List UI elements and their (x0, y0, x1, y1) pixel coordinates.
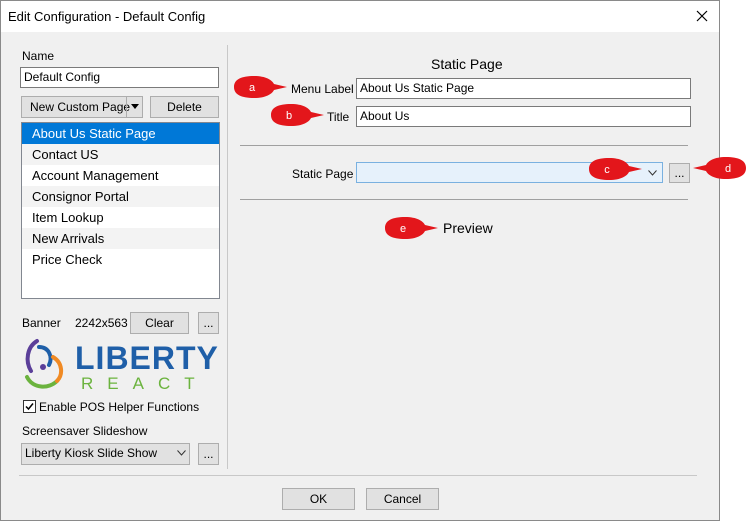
screensaver-select[interactable]: Liberty Kiosk Slide Show (21, 443, 190, 465)
callout-a-label: a (249, 82, 256, 94)
new-custom-page-button[interactable]: New Custom Page (21, 96, 143, 118)
delete-button[interactable]: Delete (150, 96, 219, 118)
static-page-label: Static Page (292, 167, 354, 181)
list-item[interactable]: Consignor Portal (22, 186, 219, 207)
callout-c-label: c (604, 164, 610, 176)
callout-b: b (271, 104, 324, 126)
title-bar: Edit Configuration - Default Config (1, 1, 719, 32)
footer-divider (19, 475, 697, 476)
preview-label: Preview (443, 220, 493, 236)
callout-b-label: b (286, 110, 292, 122)
list-item[interactable]: Item Lookup (22, 207, 219, 228)
callout-e-label: e (400, 223, 406, 235)
cancel-button[interactable]: Cancel (366, 488, 439, 510)
name-label: Name (22, 49, 55, 63)
list-item[interactable]: Contact US (22, 144, 219, 165)
ok-button[interactable]: OK (282, 488, 355, 510)
menu-label-label: Menu Label (291, 82, 354, 96)
callout-c: c (589, 158, 642, 180)
section-title: Static Page (431, 56, 503, 72)
window-title: Edit Configuration - Default Config (8, 9, 206, 24)
callout-e: e (385, 217, 438, 239)
list-item[interactable]: Account Management (22, 165, 219, 186)
static-page-browse-button[interactable]: ... (669, 163, 690, 183)
list-item[interactable]: About Us Static Page (22, 123, 219, 144)
screensaver-value: Liberty Kiosk Slide Show (25, 446, 158, 460)
edit-configuration-dialog: Edit Configuration - Default Config Name… (0, 0, 720, 521)
custom-pages-list[interactable]: About Us Static Page Contact US Account … (21, 122, 220, 299)
liberty-react-logo: LIBERTY REACT (23, 337, 223, 393)
close-icon[interactable] (693, 7, 711, 25)
title-input[interactable]: About Us (356, 106, 691, 127)
callout-d: d (693, 157, 746, 179)
screensaver-label: Screensaver Slideshow (22, 424, 148, 438)
chevron-down-icon (648, 170, 657, 176)
list-item[interactable]: New Arrivals (22, 228, 219, 249)
checkmark-icon (25, 403, 34, 411)
banner-label: Banner (22, 316, 61, 330)
section-divider (240, 145, 688, 146)
logo-line1: LIBERTY (75, 340, 219, 376)
clear-banner-button[interactable]: Clear (130, 312, 189, 334)
pos-helper-label: Enable POS Helper Functions (39, 400, 200, 414)
section-divider (240, 199, 688, 200)
pos-helper-checkbox[interactable] (23, 400, 36, 413)
title-label: Title (327, 110, 350, 124)
list-item[interactable]: Price Check (22, 249, 219, 270)
screensaver-browse-button[interactable]: ... (198, 443, 219, 465)
menu-label-input[interactable]: About Us Static Page (356, 78, 691, 99)
logo-line2: REACT (81, 374, 209, 393)
new-custom-page-label: New Custom Page (30, 100, 131, 114)
dropdown-arrow-icon[interactable] (126, 97, 142, 117)
banner-size: 2242x563 (75, 316, 128, 330)
name-input[interactable]: Default Config (20, 67, 219, 88)
callout-d-label: d (725, 163, 731, 175)
chevron-down-icon (177, 450, 186, 456)
banner-browse-button[interactable]: ... (198, 312, 219, 334)
callout-a: a (234, 76, 287, 98)
panel-divider (227, 45, 228, 469)
